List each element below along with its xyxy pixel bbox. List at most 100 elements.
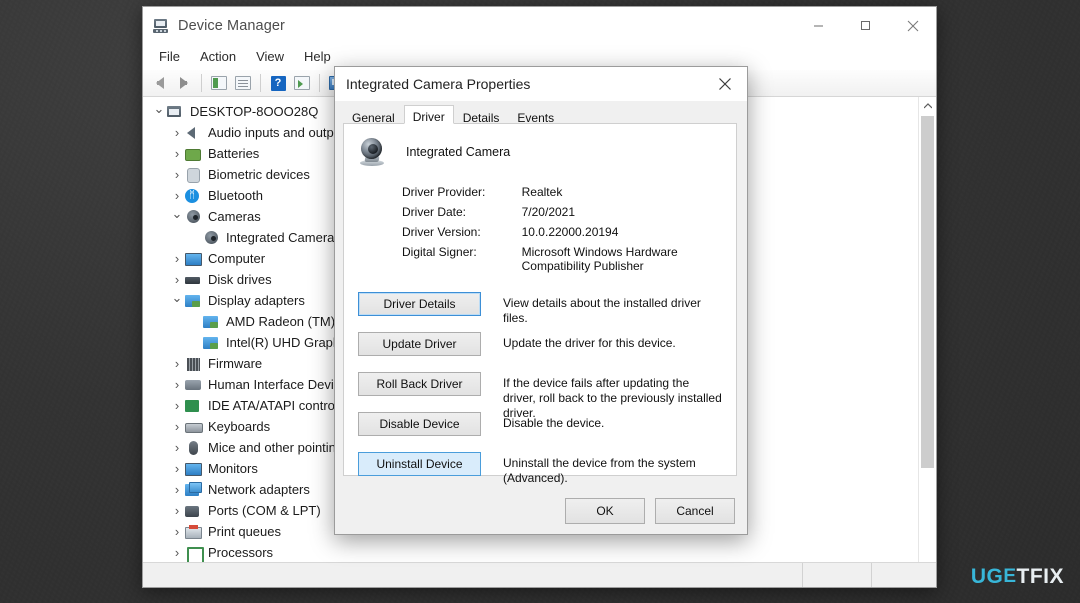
tree-scrollbar[interactable] [918, 97, 936, 587]
tree-item-label: Biometric devices [208, 167, 310, 182]
dialog-footer: OK Cancel [335, 488, 747, 534]
chevron-right-icon[interactable] [169, 378, 185, 392]
chevron-down-icon[interactable] [169, 210, 185, 224]
driver-info-table: Driver Provider: Realtek Driver Date: 7/… [344, 182, 736, 276]
action-row-update-driver: Update Driver Update the driver for this… [358, 332, 736, 372]
webcam-icon [358, 137, 388, 167]
chevron-right-icon[interactable] [169, 252, 185, 266]
driver-provider-label: Driver Provider: [402, 185, 486, 199]
chevron-right-icon[interactable] [169, 546, 185, 560]
tree-item-label: Processors [208, 545, 274, 560]
tree-item-label: Batteries [208, 146, 260, 161]
display-icon [203, 335, 221, 351]
tab-general[interactable]: General [343, 106, 404, 125]
tree-item-label: Firmware [208, 356, 263, 371]
chevron-right-icon[interactable] [169, 588, 185, 589]
menu-file[interactable]: File [149, 46, 190, 67]
tree-item-label: Print queues [208, 524, 281, 539]
status-panel-2 [803, 563, 873, 587]
driver-tab-panel: Integrated Camera Driver Provider: Realt… [343, 123, 737, 485]
toolbar-separator [201, 74, 202, 92]
chevron-right-icon[interactable] [169, 504, 185, 518]
chevron-right-icon[interactable] [169, 168, 185, 182]
chevron-right-icon[interactable] [169, 189, 185, 203]
chevron-right-icon[interactable] [169, 273, 185, 287]
close-icon[interactable] [889, 7, 936, 44]
menu-view[interactable]: View [246, 46, 294, 67]
status-panel-3 [872, 563, 936, 587]
chevron-right-icon[interactable] [169, 147, 185, 161]
display-icon [203, 314, 221, 330]
table-row: Digital Signer: Microsoft Windows Hardwa… [344, 242, 736, 276]
driver-details-button[interactable]: Driver Details [358, 292, 481, 316]
mon-icon [185, 461, 203, 477]
roll-back-driver-button[interactable]: Roll Back Driver [358, 372, 481, 396]
tab-events[interactable]: Events [508, 106, 564, 125]
disable-device-button[interactable]: Disable Device [358, 412, 481, 436]
chevron-right-icon[interactable] [169, 525, 185, 539]
tree-item-label: Software components [208, 587, 338, 588]
cam-icon [185, 209, 203, 225]
driver-date-value: 7/20/2021 [521, 205, 576, 219]
uninstall-device-button[interactable]: Uninstall Device [358, 452, 481, 476]
menu-action[interactable]: Action [190, 46, 246, 67]
disable-device-description: Disable the device. [503, 416, 605, 430]
minimize-icon[interactable] [795, 7, 842, 44]
digital-signer-label: Digital Signer: [402, 245, 477, 259]
chevron-down-icon[interactable] [151, 105, 167, 119]
back-arrow-icon[interactable] [149, 73, 171, 93]
help-icon[interactable]: ? [267, 73, 289, 93]
ok-button[interactable]: OK [565, 498, 645, 524]
display-icon [185, 293, 203, 309]
menu-help[interactable]: Help [294, 46, 341, 67]
forward-arrow-icon[interactable] [173, 73, 195, 93]
tree-item[interactable]: Processors [143, 542, 919, 564]
driver-version-value: 10.0.22000.20194 [521, 225, 619, 239]
close-icon[interactable] [703, 67, 747, 101]
action-row-roll-back-driver: Roll Back Driver If the device fails aft… [358, 372, 736, 420]
chevron-right-icon[interactable] [169, 441, 185, 455]
dialog-tabs: General Driver Details Events [335, 101, 747, 125]
bio-icon [185, 167, 203, 183]
scrollbar-thumb[interactable] [921, 116, 934, 468]
tree-item-label: Cameras [208, 209, 261, 224]
chevron-right-icon[interactable] [169, 462, 185, 476]
hid-icon [185, 377, 203, 393]
fw-icon [185, 356, 203, 372]
action-row-driver-details: Driver Details View details about the in… [358, 292, 736, 332]
uninstall-device-description: Uninstall the device from the system (Ad… [503, 456, 696, 485]
chevron-right-icon[interactable] [169, 357, 185, 371]
digital-signer-value: Microsoft Windows Hardware Compatibility… [521, 245, 678, 273]
tab-driver[interactable]: Driver [403, 105, 454, 124]
tab-details[interactable]: Details [453, 106, 509, 125]
update-driver-icon[interactable] [232, 73, 254, 93]
table-row: Driver Version: 10.0.22000.20194 [344, 222, 736, 242]
chevron-right-icon[interactable] [169, 126, 185, 140]
chevron-down-icon[interactable] [169, 294, 185, 308]
device-header: Integrated Camera [344, 124, 736, 168]
window-title: Device Manager [178, 17, 285, 34]
watermark-part3: TFIX [1016, 565, 1064, 588]
tree-item-label: Display adapters [208, 293, 305, 308]
disk-icon [185, 272, 203, 288]
properties-icon[interactable] [208, 73, 230, 93]
chevron-right-icon[interactable] [169, 420, 185, 434]
update-driver-button[interactable]: Update Driver [358, 332, 481, 356]
action-row-uninstall-device: Uninstall Device Uninstall the device fr… [358, 452, 736, 492]
dialog-title: Integrated Camera Properties [346, 76, 531, 92]
maximize-icon[interactable] [842, 7, 889, 44]
cancel-button[interactable]: Cancel [655, 498, 735, 524]
chevron-right-icon[interactable] [169, 483, 185, 497]
device-manager-icon [153, 18, 169, 34]
tree-item-label: Keyboards [208, 419, 271, 434]
play-icon[interactable] [291, 73, 313, 93]
driver-details-description: View details about the installed driver … [503, 296, 701, 325]
port-icon [185, 503, 203, 519]
batt-icon [185, 146, 203, 162]
scroll-up-icon[interactable] [919, 97, 936, 114]
bt-icon: ᛗ [185, 188, 203, 204]
tree-item-label: Monitors [208, 461, 258, 476]
chevron-right-icon[interactable] [169, 399, 185, 413]
status-panel-main [143, 563, 804, 587]
print-icon [185, 524, 203, 540]
